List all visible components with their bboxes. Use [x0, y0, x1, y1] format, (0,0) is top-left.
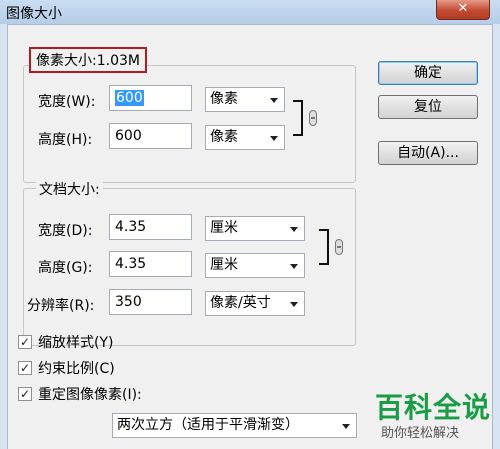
auto-button[interactable]: 自动(A)...: [378, 141, 478, 165]
chevron-down-icon: [290, 227, 298, 232]
window-title: 图像大小: [6, 6, 62, 22]
scale-styles-checkbox[interactable]: ✓: [18, 335, 32, 349]
doc-width-input[interactable]: 4.35: [109, 214, 192, 240]
pixel-link-bracket: [293, 100, 303, 136]
pixel-width-unit: 像素: [210, 91, 238, 107]
scale-styles-label: 缩放样式(Y): [38, 335, 114, 351]
chain-link-icon: [335, 239, 343, 255]
chevron-down-icon: [270, 98, 278, 103]
close-icon: ✕: [457, 1, 469, 16]
chevron-down-icon: [290, 302, 298, 307]
checkmark-icon: ✓: [19, 387, 31, 401]
close-button[interactable]: ✕: [436, 0, 490, 20]
pixel-height-label: 高度(H):: [38, 132, 93, 148]
watermark-logo-text: 百科全说: [375, 391, 492, 424]
chain-link-icon: [309, 110, 317, 126]
checkmark-icon: ✓: [19, 335, 31, 349]
doc-width-value: 4.35: [115, 219, 147, 235]
resample-label: 重定图像像素(I):: [38, 387, 142, 403]
resolution-unit: 像素/英寸: [210, 295, 271, 311]
doc-height-unit: 厘米: [210, 257, 238, 273]
pixel-height-unit: 像素: [210, 129, 238, 145]
resolution-value: 350: [115, 294, 142, 310]
resolution-input[interactable]: 350: [109, 289, 192, 315]
pixel-width-input[interactable]: 600: [109, 85, 192, 111]
doc-width-unit: 厘米: [210, 220, 238, 236]
doc-width-label: 宽度(D):: [38, 223, 93, 239]
reset-button[interactable]: 复位: [378, 95, 478, 119]
ok-button[interactable]: 确定: [378, 61, 478, 85]
resolution-label: 分辨率(R):: [27, 298, 95, 314]
doc-height-unit-select[interactable]: 厘米: [205, 253, 305, 278]
checkmark-icon: ✓: [19, 361, 31, 375]
doc-width-unit-select[interactable]: 厘米: [205, 216, 305, 241]
pixel-width-value: 600: [115, 90, 144, 106]
resolution-unit-select[interactable]: 像素/英寸: [205, 291, 305, 316]
pixel-dimensions-label: 像素大小:1.03M: [29, 47, 147, 73]
chevron-down-icon: [342, 424, 350, 429]
chevron-down-icon: [270, 136, 278, 141]
doc-height-label: 高度(G):: [38, 260, 93, 276]
doc-height-input[interactable]: 4.35: [109, 251, 192, 277]
document-size-label: 文档大小:: [36, 179, 103, 199]
pixel-height-input[interactable]: 600: [109, 123, 192, 149]
doc-link-bracket: [319, 229, 329, 265]
chevron-down-icon: [290, 264, 298, 269]
pixel-height-unit-select[interactable]: 像素: [205, 125, 285, 150]
constrain-proportions-checkbox[interactable]: ✓: [18, 361, 32, 375]
title-bar: 图像大小 ✕: [0, 0, 500, 24]
watermark-slogan: 助你轻松解决: [381, 426, 460, 441]
pixel-height-value: 600: [115, 128, 142, 144]
resample-checkbox[interactable]: ✓: [18, 387, 32, 401]
constrain-proportions-label: 约束比例(C): [38, 361, 115, 377]
doc-height-value: 4.35: [115, 256, 147, 272]
resample-method-value: 两次立方（适用于平滑渐变）: [117, 417, 299, 433]
pixel-width-unit-select[interactable]: 像素: [205, 87, 285, 112]
resample-method-select[interactable]: 两次立方（适用于平滑渐变）: [112, 413, 357, 438]
pixel-width-label: 宽度(W):: [38, 94, 96, 110]
